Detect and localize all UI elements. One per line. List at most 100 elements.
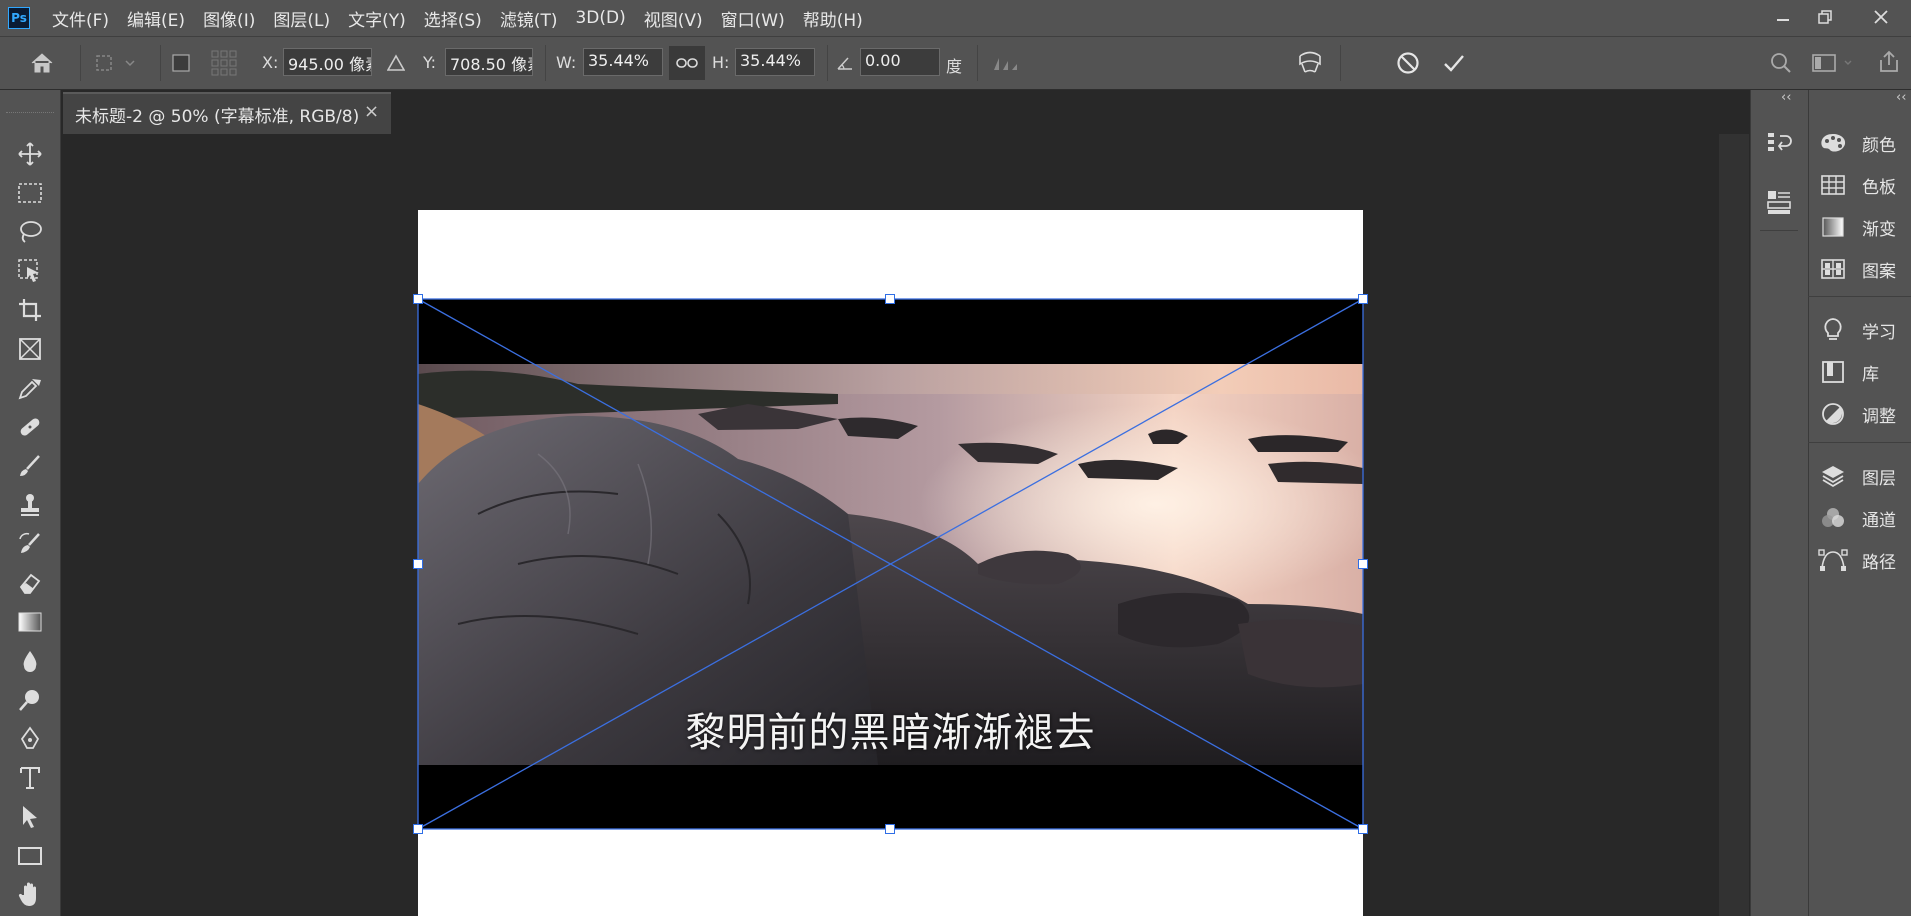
menu-window[interactable]: 窗口(W)	[721, 6, 785, 31]
toolbar-grip	[6, 112, 54, 115]
height-field[interactable]: 35.44%	[735, 48, 815, 76]
adjustments-panel-button[interactable]: 调整	[1818, 397, 1911, 431]
collapse-dock-icon[interactable]: ‹‹	[1781, 90, 1791, 105]
angle-icon	[834, 50, 856, 76]
angle-unit-label: 度	[946, 57, 963, 76]
close-tab-icon[interactable]: ×	[364, 101, 379, 122]
eraser-tool-icon[interactable]	[12, 567, 48, 599]
paths-panel-button[interactable]: 路径	[1818, 543, 1911, 577]
x-label: X:	[262, 53, 279, 72]
document-tab[interactable]: 未标题-2 @ 50% (字幕标准, RGB/8)	[63, 92, 391, 134]
reference-point-grid-icon[interactable]	[208, 48, 240, 78]
restore-button[interactable]	[1808, 4, 1842, 30]
menu-filter[interactable]: 滤镜(T)	[500, 6, 558, 31]
transform-handle-top-left[interactable]	[413, 294, 423, 304]
properties-panel-icon[interactable]	[1760, 184, 1798, 220]
menu-view[interactable]: 视图(V)	[644, 6, 703, 31]
transform-bounding-box[interactable]	[414, 294, 1367, 834]
search-icon[interactable]	[1766, 48, 1796, 78]
channels-icon	[1818, 506, 1848, 530]
frame-tool-icon[interactable]	[12, 333, 48, 365]
pen-tool-icon[interactable]	[12, 723, 48, 755]
document-tab-title: 未标题-2 @ 50% (字幕标准, RGB/8)	[75, 106, 360, 127]
cancel-transform-icon[interactable]	[1392, 46, 1424, 80]
adjustments-panel-label: 调整	[1862, 406, 1896, 427]
menu-file[interactable]: 文件(F)	[52, 6, 109, 31]
healing-brush-tool-icon[interactable]	[12, 411, 48, 443]
menu-type[interactable]: 文字(Y)	[348, 6, 406, 31]
dock-separator	[1760, 230, 1798, 231]
transform-handle-bottom-center[interactable]	[885, 824, 895, 834]
reference-point-checkbox[interactable]	[170, 52, 192, 74]
transform-handle-bottom-right[interactable]	[1358, 824, 1368, 834]
history-brush-tool-icon[interactable]	[12, 528, 48, 560]
close-window-button[interactable]	[1864, 4, 1898, 30]
lasso-tool-icon[interactable]	[12, 216, 48, 248]
rotation-angle-field[interactable]: 0.00	[860, 48, 940, 76]
swatches-icon	[1818, 173, 1848, 197]
layers-panel-button[interactable]: 图层	[1818, 459, 1911, 493]
menu-help[interactable]: 帮助(H)	[803, 6, 863, 31]
gradients-panel-button[interactable]: 渐变	[1818, 210, 1911, 244]
marquee-tool-icon[interactable]	[12, 177, 48, 209]
libraries-panel-button[interactable]: 库	[1818, 355, 1911, 389]
path-selection-tool-icon[interactable]	[12, 801, 48, 833]
vertical-scrollbar[interactable]	[1719, 134, 1749, 916]
move-tool-icon[interactable]	[12, 138, 48, 170]
gradient-tool-icon[interactable]	[12, 606, 48, 638]
transform-handle-top-center[interactable]	[885, 294, 895, 304]
swatches-panel-label: 色板	[1862, 177, 1896, 198]
menu-select[interactable]: 选择(S)	[424, 6, 482, 31]
transform-handle-middle-left[interactable]	[413, 559, 423, 569]
history-panel-icon[interactable]	[1760, 126, 1798, 160]
commit-transform-icon[interactable]	[1438, 46, 1470, 80]
transform-handle-top-right[interactable]	[1358, 294, 1368, 304]
channels-panel-button[interactable]: 通道	[1818, 501, 1911, 535]
width-field[interactable]: 35.44%	[583, 48, 663, 76]
transform-handle-bottom-left[interactable]	[413, 824, 423, 834]
paths-panel-label: 路径	[1862, 552, 1896, 573]
panel-group-separator	[1808, 296, 1911, 297]
paths-icon	[1818, 548, 1848, 572]
menu-edit[interactable]: 编辑(E)	[127, 6, 185, 31]
adjustments-icon	[1818, 402, 1848, 426]
blur-tool-icon[interactable]	[12, 645, 48, 677]
learn-panel-button[interactable]: 学习	[1818, 313, 1911, 347]
learn-panel-label: 学习	[1862, 322, 1896, 343]
clone-stamp-tool-icon[interactable]	[12, 489, 48, 521]
transform-preset-icon[interactable]	[90, 48, 140, 78]
color-panel-button[interactable]: 颜色	[1818, 126, 1911, 160]
eyedropper-tool-icon[interactable]	[12, 372, 48, 404]
skew-icon[interactable]	[988, 48, 1024, 78]
palette-icon	[1818, 131, 1848, 155]
patterns-panel-button[interactable]: 图案	[1818, 252, 1911, 286]
hand-tool-icon[interactable]	[12, 879, 48, 911]
y-label: Y:	[423, 53, 437, 72]
collapse-panels-icon[interactable]: ‹‹	[1896, 90, 1906, 105]
rectangle-tool-icon[interactable]	[12, 840, 48, 872]
workspace-icon[interactable]	[1810, 48, 1856, 78]
link-aspect-ratio-button[interactable]	[669, 46, 705, 80]
home-icon[interactable]	[24, 48, 60, 78]
brush-tool-icon[interactable]	[12, 450, 48, 482]
crop-tool-icon[interactable]	[12, 294, 48, 326]
pattern-icon	[1818, 257, 1848, 281]
color-panel-label: 颜色	[1862, 135, 1896, 156]
x-position-field[interactable]: 945.00 像素	[283, 48, 372, 76]
menu-image[interactable]: 图像(I)	[203, 6, 255, 31]
warp-mode-icon[interactable]	[1294, 46, 1326, 80]
share-icon[interactable]	[1874, 46, 1904, 78]
menu-layer[interactable]: 图层(L)	[273, 6, 330, 31]
menu-3d[interactable]: 3D(D)	[575, 8, 625, 28]
library-icon	[1818, 360, 1848, 384]
main-menu: 文件(F) 编辑(E) 图像(I) 图层(L) 文字(Y) 选择(S) 滤镜(T…	[52, 0, 881, 36]
transform-handle-middle-right[interactable]	[1358, 559, 1368, 569]
relative-position-icon[interactable]	[384, 50, 408, 76]
swatches-panel-button[interactable]: 色板	[1818, 168, 1911, 202]
dodge-tool-icon[interactable]	[12, 684, 48, 716]
type-tool-icon[interactable]	[12, 762, 48, 794]
y-position-field[interactable]: 708.50 像素	[445, 48, 533, 76]
minimize-button[interactable]	[1766, 4, 1800, 30]
object-selection-tool-icon[interactable]	[12, 255, 48, 287]
gradients-panel-label: 渐变	[1862, 219, 1896, 240]
